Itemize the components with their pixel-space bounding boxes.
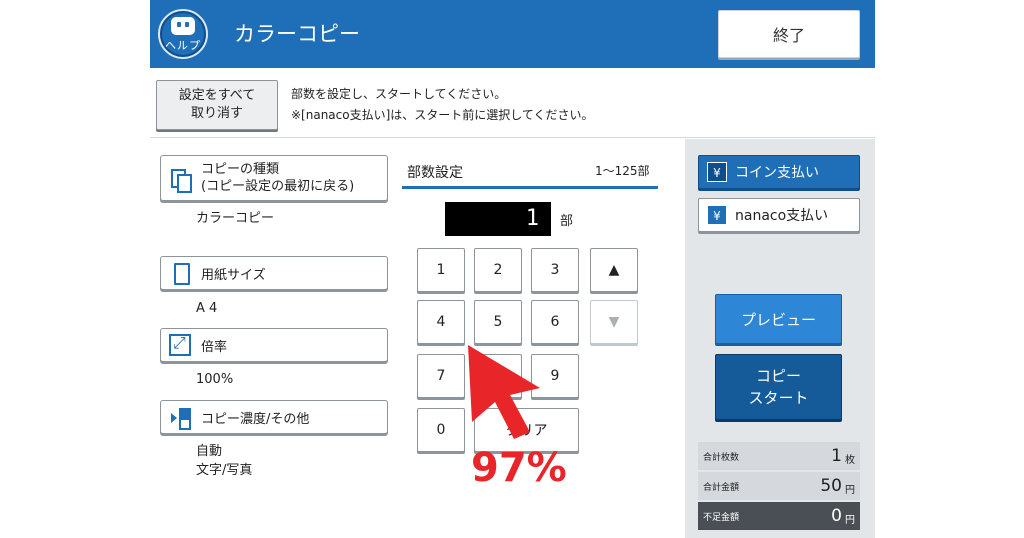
- total-amount-row: 合計金額 50 円: [698, 472, 860, 500]
- zoom-icon: [169, 333, 191, 356]
- decrement-button[interactable]: ▼: [590, 300, 638, 344]
- copy-type-sublabel: (コピー設定の最初に戻る): [201, 179, 355, 194]
- key-2[interactable]: 2: [474, 248, 522, 292]
- total-amount-value: 50: [820, 476, 842, 496]
- shortage-amount-value: 0: [831, 506, 842, 526]
- nanaco-payment-button[interactable]: ¥ nanaco支払い: [698, 198, 860, 232]
- end-button[interactable]: 終了: [718, 10, 860, 58]
- shortage-amount-row: 不足金額 0 円: [698, 502, 860, 530]
- yen-icon: ¥: [707, 162, 727, 182]
- density-value: 自動 文字/写真: [196, 442, 252, 480]
- start-label-line2: スタート: [748, 389, 809, 407]
- coin-payment-label: コイン支払い: [735, 165, 819, 181]
- density-icon: [169, 406, 191, 430]
- total-sheets-row: 合計枚数 1 枚: [698, 442, 860, 470]
- key-6[interactable]: 6: [531, 300, 579, 344]
- annotation-text: 97%: [471, 445, 567, 491]
- reset-label-line1: 設定をすべて: [178, 88, 256, 103]
- copies-title: 部数設定: [407, 165, 463, 181]
- key-1[interactable]: 1: [417, 248, 465, 292]
- yen-icon: ¥: [707, 205, 727, 225]
- key-5[interactable]: 5: [474, 300, 522, 344]
- key-4[interactable]: 4: [417, 300, 465, 344]
- copy-type-button[interactable]: コピーの種類 (コピー設定の最初に戻る): [160, 155, 388, 201]
- total-amount-unit: 円: [845, 485, 855, 496]
- zoom-value: 100%: [196, 372, 234, 387]
- shortage-amount-label: 不足金額: [703, 512, 740, 523]
- paper-size-button[interactable]: 用紙サイズ: [160, 256, 388, 290]
- total-sheets-label: 合計枚数: [703, 452, 740, 463]
- density-value-line1: 自動: [196, 444, 223, 459]
- total-sheets-unit: 枚: [845, 455, 855, 466]
- instruction-message: 部数を設定し、スタートしてください。 ※[nanaco支払い]は、スタート前に選…: [291, 84, 594, 126]
- shortage-amount-unit: 円: [845, 515, 855, 526]
- paper-icon: [169, 262, 191, 285]
- total-sheets-value: 1: [831, 446, 842, 466]
- copy-type-label: コピーの種類: [201, 162, 280, 177]
- density-value-line2: 文字/写真: [196, 463, 253, 478]
- help-button[interactable]: ヘルプ: [158, 9, 208, 59]
- page-title: カラーコピー: [234, 22, 360, 46]
- zoom-button[interactable]: 倍率: [160, 328, 388, 362]
- help-label: ヘルプ: [165, 39, 201, 52]
- copies-divider: [402, 186, 658, 189]
- instruction-line2: ※[nanaco支払い]は、スタート前に選択してください。: [291, 108, 594, 122]
- coin-payment-button[interactable]: ¥ コイン支払い: [698, 155, 860, 189]
- start-label-line1: コピー: [755, 367, 801, 385]
- copy-count-unit: 部: [560, 214, 574, 229]
- copy-type-value: カラーコピー: [196, 211, 275, 226]
- pointer-arrow-icon: [468, 345, 540, 439]
- paper-size-value: A 4: [196, 301, 218, 316]
- reset-all-button[interactable]: 設定をすべて 取り消す: [156, 80, 278, 130]
- density-label: コピー濃度/その他: [201, 411, 310, 427]
- total-amount-label: 合計金額: [703, 482, 740, 493]
- paper-size-label: 用紙サイズ: [201, 267, 266, 283]
- help-robot-icon: [171, 17, 195, 35]
- copy-count-display: 1: [445, 202, 551, 236]
- key-3[interactable]: 3: [531, 248, 579, 292]
- copy-start-button[interactable]: コピー スタート: [715, 354, 842, 420]
- increment-button[interactable]: ▲: [590, 248, 638, 292]
- copies-range: 1〜125部: [595, 164, 650, 178]
- message-bar: 設定をすべて 取り消す 部数を設定し、スタートしてください。 ※[nanaco支…: [150, 68, 875, 138]
- copier-screen: ヘルプ カラーコピー 終了 設定をすべて 取り消す 部数を設定し、スタートしてく…: [150, 0, 875, 538]
- nanaco-payment-label: nanaco支払い: [735, 208, 829, 224]
- instruction-line1: 部数を設定し、スタートしてください。: [291, 87, 507, 101]
- preview-button[interactable]: プレビュー: [715, 294, 842, 344]
- copy-type-icon: [169, 167, 192, 193]
- density-button[interactable]: コピー濃度/その他: [160, 400, 388, 434]
- header-bar: ヘルプ カラーコピー 終了: [150, 0, 875, 68]
- reset-label-line2: 取り消す: [190, 106, 243, 121]
- zoom-label: 倍率: [201, 339, 228, 355]
